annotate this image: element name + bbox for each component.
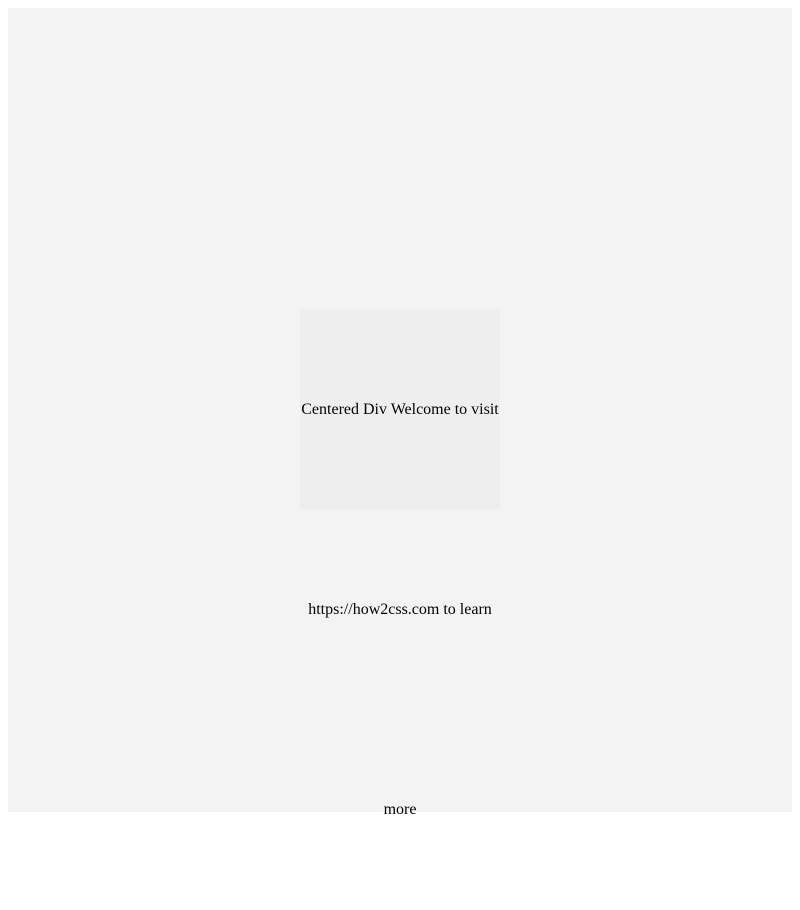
page-container: Centered Div Welcome to visit https://ho… [8, 8, 792, 812]
centered-div: Centered Div Welcome to visit https://ho… [300, 310, 500, 510]
